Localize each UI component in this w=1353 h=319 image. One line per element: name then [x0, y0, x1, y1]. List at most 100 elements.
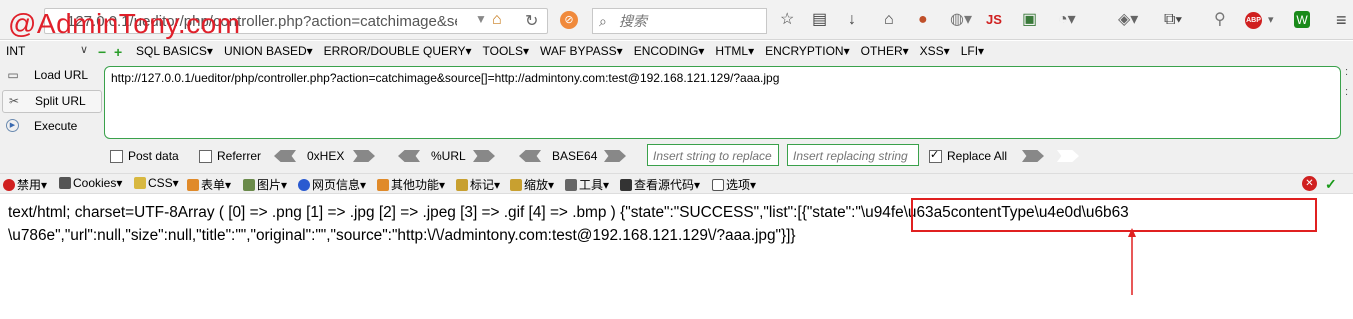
menu-tools[interactable]: TOOLS▾	[483, 44, 529, 58]
replace-next-arrow-icon[interactable]	[1057, 150, 1079, 162]
hex-encode-arrow-icon[interactable]	[353, 150, 375, 162]
url-encode-arrow-icon[interactable]	[473, 150, 495, 162]
hex-decode-arrow-icon[interactable]	[274, 150, 296, 162]
menu-encoding[interactable]: ENCODING▾	[634, 44, 705, 58]
chevron-down-icon: ∨	[79, 44, 88, 56]
scissors-icon: ✂	[8, 94, 20, 108]
screenshot-icon[interactable]: ⧉▾	[1164, 11, 1182, 29]
cookies-menu[interactable]: Cookies▾	[59, 176, 122, 190]
menu-xss[interactable]: XSS▾	[920, 44, 950, 58]
find-string-input[interactable]	[651, 148, 779, 164]
search-icon: ⌕	[599, 13, 607, 29]
globe-icon[interactable]: ◍▾	[950, 11, 972, 29]
tools-icon	[565, 179, 577, 191]
info-icon	[298, 179, 310, 191]
resize-grip-icon[interactable]: ::	[1345, 67, 1348, 98]
options-menu[interactable]: 选项▾	[712, 176, 756, 193]
stop-icon[interactable]: ⊘	[560, 11, 578, 29]
hamburger-icon[interactable]: ≡	[1336, 11, 1347, 29]
load-url-label: Load URL	[34, 68, 89, 82]
reading-list-icon[interactable]: ▤	[812, 11, 827, 29]
palette-icon[interactable]: ◔▾	[1058, 11, 1076, 29]
replace-arrow-icon[interactable]	[1022, 150, 1044, 162]
page-info-menu[interactable]: 网页信息▾	[298, 176, 366, 193]
load-icon: ▭	[7, 68, 19, 82]
resize-icon	[510, 179, 522, 191]
hex-label: 0xHEX	[307, 149, 345, 163]
adblock-icon[interactable]: ABP	[1245, 12, 1262, 29]
outline-icon	[456, 179, 468, 191]
url-textarea-value: http://127.0.0.1/ueditor/php/controller.…	[111, 71, 780, 85]
url-textarea[interactable]: http://127.0.0.1/ueditor/php/controller.…	[104, 66, 1341, 139]
menu-other[interactable]: OTHER▾	[861, 44, 909, 58]
type-select-value: INT	[6, 44, 26, 58]
web-developer-toolbar: 禁用▾ Cookies▾ CSS▾ 表单▾ 图片▾ 网页信息▾ 其他功能▾ 标记…	[0, 173, 1353, 194]
zoom-icon[interactable]: ⚲	[1214, 11, 1226, 29]
replace-string-input[interactable]	[791, 148, 919, 164]
menu-html[interactable]: HTML▾	[715, 44, 754, 58]
minus-icon[interactable]: −	[98, 44, 106, 60]
misc-menu[interactable]: 其他功能▾	[377, 176, 445, 193]
menu-encryption[interactable]: ENCRYPTION▾	[765, 44, 849, 58]
home-icon[interactable]: ⌂	[492, 11, 502, 29]
hackbar-menu: INT ∨ − + SQL BASICS▾ UNION BASED▾ ERROR/D…	[0, 41, 1353, 63]
forms-menu[interactable]: 表单▾	[187, 176, 231, 193]
download-icon[interactable]: ↓	[848, 11, 856, 29]
menu-lfi[interactable]: LFI▾	[961, 44, 984, 58]
misc-icon	[377, 179, 389, 191]
disable-menu[interactable]: 禁用▾	[3, 176, 47, 193]
reload-icon[interactable]: ↻	[525, 11, 538, 31]
post-data-label: Post data	[128, 149, 179, 163]
check-icon[interactable]: ✓	[1325, 176, 1337, 193]
menu-sql-basics[interactable]: SQL BASICS▾	[136, 44, 213, 58]
images-menu[interactable]: 图片▾	[243, 176, 287, 193]
split-url-button[interactable]: ✂ Split URL	[2, 90, 102, 113]
page-content: text/html; charset=UTF-8Array ( [0] => .…	[0, 195, 1353, 319]
images-icon	[243, 179, 255, 191]
cookies-icon	[59, 177, 71, 189]
css-menu[interactable]: CSS▾	[134, 176, 179, 190]
search-input[interactable]	[617, 12, 761, 30]
layers-icon[interactable]: ◈▾	[1118, 11, 1138, 29]
image-icon[interactable]: ▣	[1022, 11, 1037, 29]
hackbar-body: ▭ Load URL ✂ Split URL ▶ Execute http://…	[0, 63, 1353, 173]
js-icon[interactable]: JS	[986, 11, 1002, 29]
replace-all-checkbox[interactable]	[929, 148, 942, 163]
execute-label: Execute	[34, 119, 78, 133]
home-button-icon[interactable]: ⌂	[884, 11, 894, 29]
base64-decode-arrow-icon[interactable]	[519, 150, 541, 162]
plus-icon[interactable]: +	[114, 44, 122, 60]
resize-menu[interactable]: 缩放▾	[510, 176, 554, 193]
menu-waf-bypass[interactable]: WAF BYPASS▾	[540, 44, 623, 58]
execute-button[interactable]: ▶ Execute	[2, 116, 100, 138]
menu-union-based[interactable]: UNION BASED▾	[224, 44, 313, 58]
load-url-button[interactable]: ▭ Load URL	[2, 65, 100, 87]
dropdown-icon[interactable]: ▼	[475, 12, 487, 26]
star-icon[interactable]: ☆	[780, 11, 794, 29]
hackbar-menu-items: SQL BASICS▾ UNION BASED▾ ERROR/DOUBLE QUER…	[136, 44, 995, 58]
css-icon	[134, 177, 146, 189]
watermark: @AdminTony.com	[8, 8, 241, 39]
options-icon	[712, 179, 724, 191]
url-decode-arrow-icon[interactable]	[398, 150, 420, 162]
base64-encode-arrow-icon[interactable]	[604, 150, 626, 162]
split-url-label: Split URL	[35, 94, 86, 108]
search-box[interactable]: ⌕	[592, 8, 767, 34]
post-data-checkbox[interactable]	[110, 150, 123, 163]
url-encoding-label: %URL	[431, 149, 466, 163]
avatar-icon[interactable]: ●	[918, 11, 928, 29]
outline-menu[interactable]: 标记▾	[456, 176, 500, 193]
adblock-dropdown-icon[interactable]: ▾	[1268, 11, 1274, 29]
menu-error-double-query[interactable]: ERROR/DOUBLE QUERY▾	[324, 44, 472, 58]
annotation-arrow	[1128, 228, 1136, 295]
type-select[interactable]: INT ∨	[4, 43, 90, 61]
response-line-2: \u786e","url":null,"size":null,"title":"…	[8, 227, 796, 244]
tools-menu[interactable]: 工具▾	[565, 176, 609, 193]
disable-icon	[3, 179, 15, 191]
find-string-field[interactable]	[647, 144, 779, 166]
replace-string-field[interactable]	[787, 144, 919, 166]
error-icon[interactable]: ✕	[1302, 176, 1317, 191]
view-source-menu[interactable]: 查看源代码▾	[620, 176, 700, 193]
shield-icon[interactable]: W	[1294, 11, 1310, 28]
referrer-checkbox[interactable]	[199, 150, 212, 163]
